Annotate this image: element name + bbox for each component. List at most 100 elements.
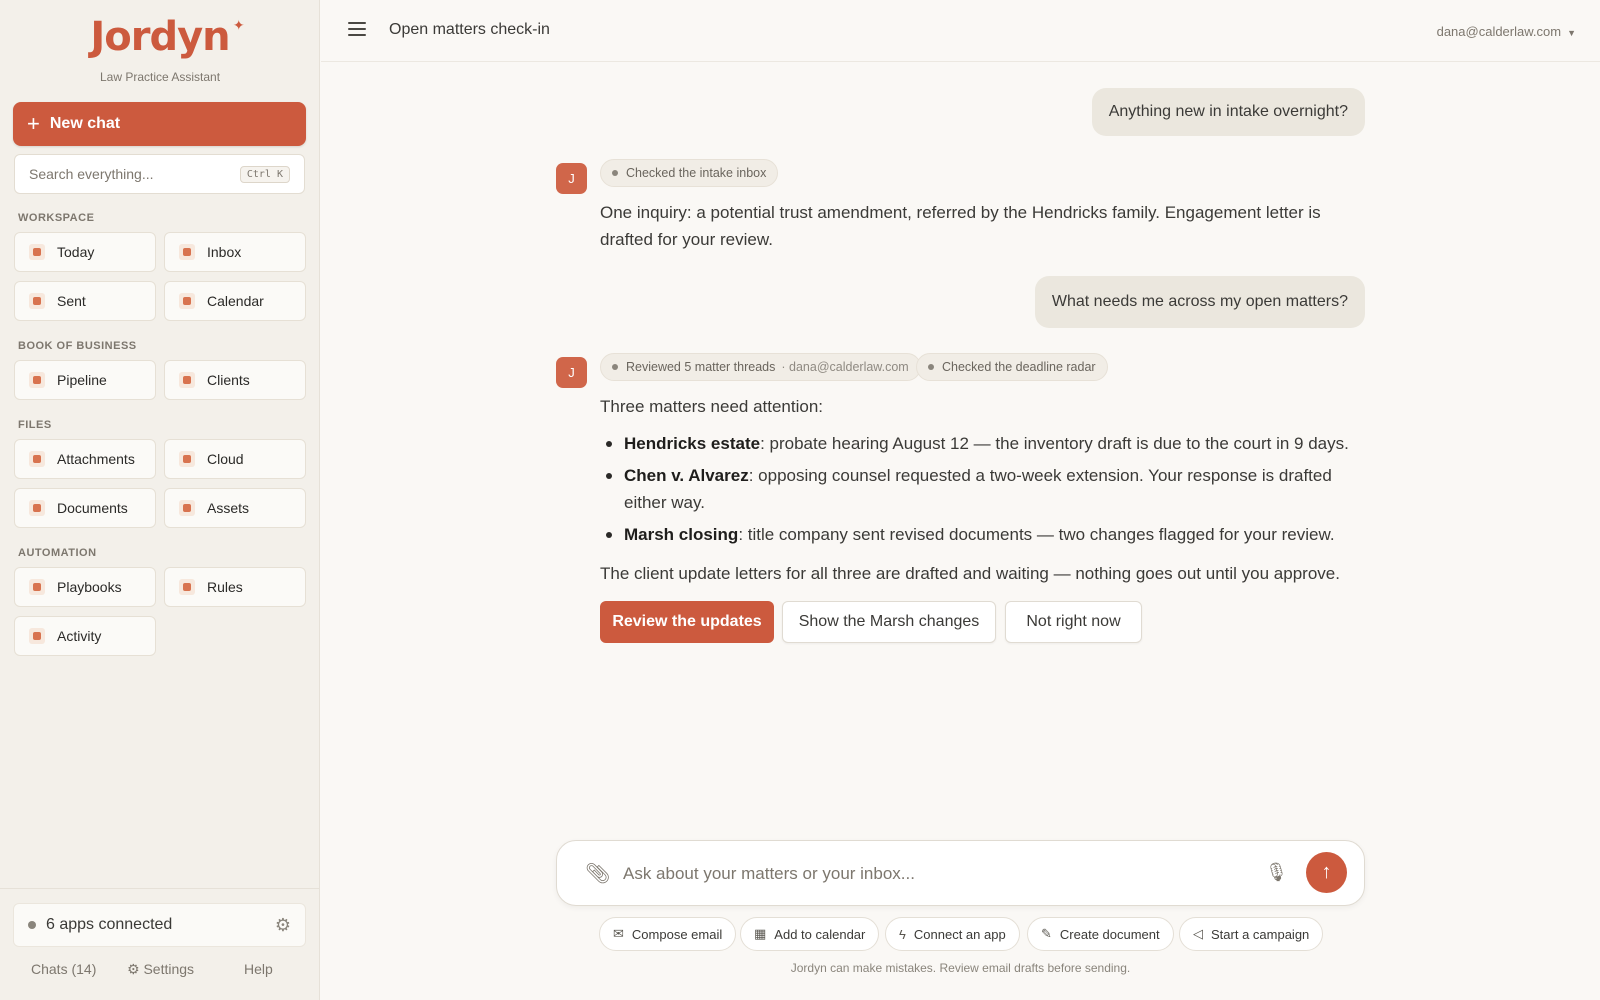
sidebar-item-label: Documents	[57, 500, 128, 516]
search-placeholder: Search everything...	[29, 166, 154, 182]
section-label-workspace: WORKSPACE	[18, 212, 95, 224]
matter-name: Hendricks estate	[624, 434, 761, 453]
bar-chart-icon	[29, 372, 45, 388]
calendar-icon: ▦	[754, 926, 767, 941]
chip-label: Checked the deadline radar	[942, 360, 1096, 374]
gear-icon[interactable]: ⚙	[275, 915, 291, 936]
chip-dot	[928, 364, 934, 370]
composer: 📎︎ 🎙︎ ↑	[556, 840, 1365, 906]
sidebar-item-rules[interactable]: Rules	[164, 567, 306, 607]
new-chat-label: New chat	[49, 115, 121, 132]
caret-down-icon: ▼	[1567, 28, 1576, 38]
megaphone-icon: ◁	[1193, 926, 1203, 941]
apps-connected-panel[interactable]: 6 apps connected ⚙	[13, 903, 306, 947]
sidebar-item-label: Playbooks	[57, 579, 122, 595]
user-message-1: Anything new in intake overnight?	[1091, 88, 1365, 136]
help-link[interactable]: Help	[244, 961, 273, 977]
apps-connected-label: 6 apps connected	[46, 916, 173, 933]
section-label-files: FILES	[18, 419, 52, 431]
user-message-2: What needs me across my open matters?	[1034, 276, 1365, 328]
sparkle-icon: ✦	[232, 18, 245, 34]
list-item: Chen v. Alvarez: opposing counsel reques…	[600, 462, 1370, 516]
sidebar-item-attachments[interactable]: Attachments	[14, 439, 156, 479]
matter-list: Hendricks estate: probate hearing August…	[600, 430, 1370, 553]
search-shortcut: Ctrl K	[239, 165, 290, 183]
sidebar-item-cloud[interactable]: Cloud	[164, 439, 306, 479]
activity-icon	[29, 628, 45, 644]
logo: Jordyn ✦	[0, 14, 320, 60]
sidebar-item-label: Attachments	[57, 451, 135, 467]
sidebar-item-label: Rules	[207, 579, 243, 595]
sidebar-item-clients[interactable]: Clients	[164, 360, 306, 400]
show-marsh-changes-button[interactable]: Show the Marsh changes	[782, 601, 996, 643]
assistant-avatar: J	[556, 163, 587, 194]
document-icon	[29, 500, 45, 516]
sidebar-item-label: Cloud	[207, 451, 244, 467]
start-campaign-button[interactable]: ◁ Start a campaign	[1179, 917, 1324, 951]
sidebar-item-playbooks[interactable]: Playbooks	[14, 567, 156, 607]
assistant-reply-2-intro: Three matters need attention:	[600, 397, 824, 416]
sidebar-item-pipeline[interactable]: Pipeline	[14, 360, 156, 400]
chat-title: Open matters check-in	[389, 21, 550, 38]
sidebar-item-assets[interactable]: Assets	[164, 488, 306, 528]
sidebar-item-inbox[interactable]: Inbox	[164, 232, 306, 272]
assistant-avatar: J	[556, 357, 587, 388]
inbox-icon	[179, 244, 195, 260]
quick-action-label: Connect an app	[913, 926, 1006, 942]
cloud-icon	[179, 451, 195, 467]
list-item: Hendricks estate: probate hearing August…	[600, 430, 1370, 457]
paperclip-icon	[29, 451, 45, 467]
message-input[interactable]	[623, 859, 1243, 889]
sidebar: Jordyn ✦ Law Practice Assistant + New cha…	[0, 0, 320, 1000]
sidebar-item-documents[interactable]: Documents	[14, 488, 156, 528]
send-icon	[29, 293, 45, 309]
sidebar-item-sent[interactable]: Sent	[14, 281, 156, 321]
compose-email-button[interactable]: ✉ Compose email	[599, 917, 737, 951]
sidebar-item-label: Inbox	[207, 244, 242, 260]
rules-icon	[179, 579, 195, 595]
tagline: Law Practice Assistant	[99, 70, 221, 84]
add-to-calendar-button[interactable]: ▦ Add to calendar	[740, 917, 880, 951]
menu-icon[interactable]	[348, 22, 366, 36]
logo-text: Jordyn	[90, 14, 230, 60]
assistant-reply-1: One inquiry: a potential trust amendment…	[600, 203, 1321, 249]
new-chat-button[interactable]: + New chat	[13, 102, 306, 146]
microphone-icon[interactable]: 🎙︎	[1265, 862, 1288, 883]
calendar-icon	[179, 293, 195, 309]
chip-label: Reviewed 5 matter threads	[626, 360, 776, 374]
paperclip-icon[interactable]: 📎︎	[585, 861, 610, 886]
account-menu[interactable]: dana@calderlaw.com ▼	[1437, 24, 1576, 39]
sidebar-item-label: Assets	[207, 500, 250, 516]
envelope-icon: ✉	[613, 926, 624, 941]
sidebar-item-calendar[interactable]: Calendar	[164, 281, 306, 321]
chip-label: Checked the intake inbox	[626, 166, 767, 180]
quick-action-label: Create document	[1059, 926, 1160, 942]
sidebar-item-label: Clients	[207, 372, 250, 388]
sidebar-item-activity[interactable]: Activity	[14, 616, 156, 656]
quick-action-label: Compose email	[631, 926, 723, 942]
assistant-reply-2-outro: The client update letters for all three …	[600, 564, 1340, 583]
tool-chip-matter-threads[interactable]: Reviewed 5 matter threads · dana@calderla…	[600, 353, 921, 381]
search-input[interactable]: Search everything... Ctrl K	[14, 154, 305, 194]
settings-link[interactable]: ⚙ Settings	[127, 961, 194, 978]
connect-app-button[interactable]: ϟ Connect an app	[885, 917, 1020, 951]
tool-chip-intake[interactable]: Checked the intake inbox	[600, 159, 779, 187]
create-document-button[interactable]: ✎ Create document	[1027, 917, 1174, 951]
review-updates-button[interactable]: Review the updates	[600, 601, 774, 643]
quick-action-label: Add to calendar	[774, 926, 866, 942]
list-item: Marsh closing: title company sent revise…	[600, 521, 1370, 548]
section-label-automation: AUTOMATION	[18, 547, 97, 559]
sidebar-item-label: Activity	[57, 628, 102, 644]
sidebar-item-label: Calendar	[207, 293, 264, 309]
sidebar-item-label: Today	[57, 244, 95, 260]
chats-link[interactable]: Chats (14)	[31, 961, 96, 977]
sidebar-item-today[interactable]: Today	[14, 232, 156, 272]
matter-name: Chen v. Alvarez	[624, 466, 749, 485]
not-right-now-button[interactable]: Not right now	[1005, 601, 1142, 643]
send-button[interactable]: ↑	[1306, 852, 1347, 893]
tool-chip-deadline-radar[interactable]: Checked the deadline radar	[916, 353, 1108, 381]
chip-dot	[612, 170, 618, 176]
chip-dot	[612, 364, 618, 370]
gear-icon: ⚙	[127, 961, 144, 977]
disclaimer: Jordyn can make mistakes. Review email d…	[790, 961, 1131, 975]
